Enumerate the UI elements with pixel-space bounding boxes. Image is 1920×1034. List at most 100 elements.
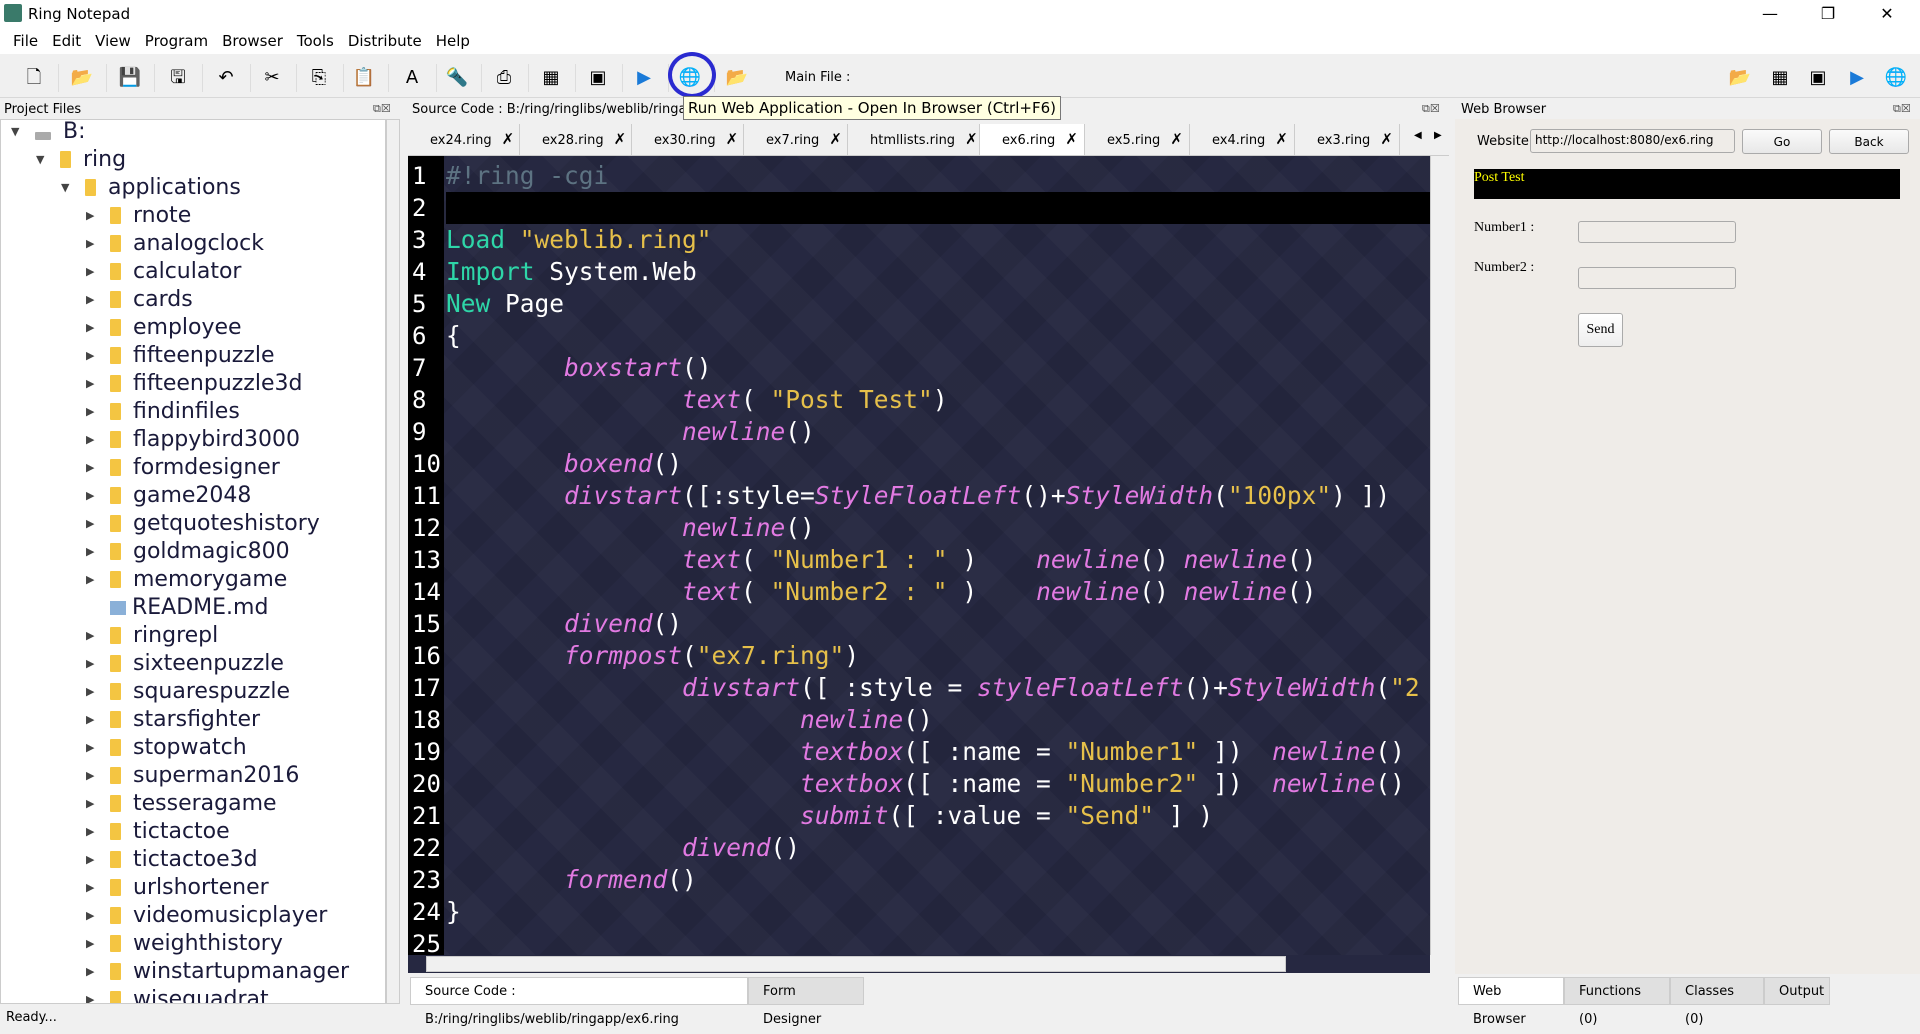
expand-arrow-right-icon[interactable]: ▶ (86, 874, 94, 902)
close-tab-icon[interactable]: ✗ (965, 130, 978, 148)
expand-arrow-right-icon[interactable]: ▶ (86, 986, 94, 1003)
tab-ex6.ring[interactable]: ex6.ring ✗ (980, 124, 1085, 155)
menu-edit[interactable]: Edit (45, 28, 88, 54)
minimize-button[interactable]: — (1745, 2, 1795, 26)
expand-arrow-right-icon[interactable]: ▶ (86, 482, 94, 510)
paste-icon[interactable]: 📋 (350, 64, 378, 92)
maximize-button[interactable]: ❐ (1803, 2, 1853, 26)
tree-scrollbar[interactable] (386, 119, 400, 1004)
open-folder-icon[interactable]: 📂 (1726, 64, 1754, 92)
send-button[interactable]: Send (1578, 313, 1623, 347)
expand-arrow-right-icon[interactable]: ▶ (86, 398, 94, 426)
expand-arrow-right-icon[interactable]: ▶ (86, 454, 94, 482)
code-line[interactable]: #!ring -cgi (446, 160, 608, 192)
run-icon[interactable]: ▶ (1843, 64, 1871, 92)
bottom-tab[interactable]: Source Code : B:/ring/ringlibs/weblib/ri… (410, 977, 748, 1027)
close-tab-icon[interactable]: ✗ (1065, 130, 1078, 148)
code-line[interactable]: divstart([ :style = styleFloatLeft()+Sty… (446, 672, 1420, 704)
menu-browser[interactable]: Browser (215, 28, 290, 54)
menu-tools[interactable]: Tools (290, 28, 341, 54)
code-line[interactable]: } (446, 896, 461, 928)
tree-item[interactable]: ▶ fifteenpuzzle3d (86, 370, 302, 398)
tree-item[interactable]: ▶ wisequadrat (86, 986, 269, 1003)
tree-item[interactable]: ▶ formdesigner (86, 454, 280, 482)
expand-arrow-right-icon[interactable]: ▶ (86, 958, 94, 986)
font-icon[interactable]: A (398, 64, 426, 92)
bottom-tab[interactable]: Form Designer (748, 977, 864, 1027)
tree-item[interactable]: ▶ analogclock (86, 230, 264, 258)
url-input[interactable]: http://localhost:8080/ex6.ring (1530, 129, 1735, 153)
expand-arrow-right-icon[interactable]: ▶ (86, 370, 94, 398)
tab-ex30.ring[interactable]: ex30.ring ✗ (632, 124, 744, 155)
tree-item[interactable]: ▶ findinfiles (86, 398, 240, 426)
close-tab-icon[interactable]: ✗ (614, 130, 627, 148)
tree-item[interactable]: ▶ tictactoe3d (86, 846, 258, 874)
tree-item[interactable]: ▶ rnote (86, 202, 191, 230)
code-line[interactable]: divend() (446, 832, 800, 864)
tree-item[interactable]: ▶ tesseragame (86, 790, 277, 818)
tree-item[interactable]: ▼ B: (11, 120, 86, 146)
expand-arrow-right-icon[interactable]: ▶ (86, 902, 94, 930)
save-as-icon[interactable]: 🖫 (164, 64, 192, 92)
expand-arrow-right-icon[interactable]: ▶ (86, 650, 94, 678)
tree-item[interactable]: ▶ ringrepl (86, 622, 218, 650)
tab-scroll-right-icon[interactable]: ▶ (1434, 130, 1442, 141)
number2-input[interactable] (1578, 267, 1736, 289)
tree-item[interactable]: ▶ cards (86, 286, 193, 314)
debug-icon[interactable]: ▣ (584, 64, 612, 92)
calculator-icon[interactable]: ▦ (1766, 64, 1794, 92)
code-line[interactable]: formpost("ex7.ring") (446, 640, 859, 672)
tree-item[interactable]: ▶ weighthistory (86, 930, 283, 958)
tree-item[interactable]: ▶ getquoteshistory (86, 510, 320, 538)
code-editor[interactable]: 1 2 3 4 5 6 7 8 9 10 11 12 13 14 15 16 17 18 19 20 21 22 23 24 2… (408, 156, 1430, 955)
tree-item[interactable]: ▼ ring (36, 146, 126, 174)
tab-htmllists.ring[interactable]: htmllists.ring ✗ (848, 124, 980, 155)
expand-arrow-right-icon[interactable]: ▶ (86, 566, 94, 594)
code-line[interactable]: newline() (446, 416, 815, 448)
tree-item[interactable]: ▶ fifteenpuzzle (86, 342, 275, 370)
code-line[interactable]: New Page (446, 288, 564, 320)
code-line[interactable]: newline() (446, 512, 815, 544)
print-icon[interactable]: ⎙ (490, 64, 518, 92)
expand-arrow-right-icon[interactable]: ▶ (86, 538, 94, 566)
expand-arrow-right-icon[interactable]: ▶ (86, 314, 94, 342)
code-line[interactable]: text( "Number2 : " ) newline() newline() (446, 576, 1316, 608)
run-web-globe-icon[interactable]: 🌐 (1882, 64, 1910, 92)
expand-arrow-right-icon[interactable]: ▶ (86, 286, 94, 314)
calculator-icon[interactable]: ▦ (537, 64, 565, 92)
editor-horizontal-scrollbar[interactable] (408, 955, 1430, 973)
code-line[interactable]: textbox([ :name = "Number2" ]) newline() (446, 768, 1405, 800)
close-tab-icon[interactable]: ✗ (829, 130, 842, 148)
code-line[interactable]: divend() (446, 608, 682, 640)
close-tab-icon[interactable]: ✗ (726, 130, 739, 148)
tree-item[interactable]: ▶ goldmagic800 (86, 538, 290, 566)
expand-arrow-right-icon[interactable]: ▶ (86, 930, 94, 958)
expand-arrow-right-icon[interactable]: ▶ (86, 622, 94, 650)
menu-distribute[interactable]: Distribute (341, 28, 429, 54)
tree-item[interactable]: README.md (86, 594, 268, 622)
tree-item[interactable]: ▶ calculator (86, 258, 241, 286)
expand-arrow-right-icon[interactable]: ▶ (86, 846, 94, 874)
go-button[interactable]: Go (1742, 129, 1822, 154)
expand-arrow-down-icon[interactable]: ▼ (61, 174, 69, 202)
number1-input[interactable] (1578, 221, 1736, 243)
expand-arrow-down-icon[interactable]: ▼ (11, 120, 19, 146)
code-line[interactable]: boxstart() (446, 352, 712, 384)
dock-float-close-buttons[interactable]: ⧉☒ (1422, 102, 1440, 116)
editor-vertical-scrollbar[interactable] (1430, 156, 1449, 955)
expand-arrow-right-icon[interactable]: ▶ (86, 678, 94, 706)
expand-arrow-right-icon[interactable]: ▶ (86, 510, 94, 538)
back-button[interactable]: Back (1829, 129, 1909, 154)
cut-icon[interactable]: ✂ (258, 64, 286, 92)
bottom-tab[interactable]: Functions (0) (1564, 977, 1670, 1027)
tree-item[interactable]: ▶ flappybird3000 (86, 426, 300, 454)
code-line[interactable]: text( "Post Test") (446, 384, 948, 416)
menu-file[interactable]: File (6, 28, 45, 54)
code-line[interactable]: textbox([ :name = "Number1" ]) newline() (446, 736, 1405, 768)
expand-arrow-right-icon[interactable]: ▶ (86, 258, 94, 286)
expand-arrow-right-icon[interactable]: ▶ (86, 426, 94, 454)
close-button[interactable]: ✕ (1862, 2, 1912, 26)
dock-float-close-buttons[interactable]: ⧉☒ (1893, 102, 1911, 116)
tree-item[interactable]: ▶ employee (86, 314, 242, 342)
dock-float-close-buttons[interactable]: ⧉☒ (373, 102, 391, 116)
